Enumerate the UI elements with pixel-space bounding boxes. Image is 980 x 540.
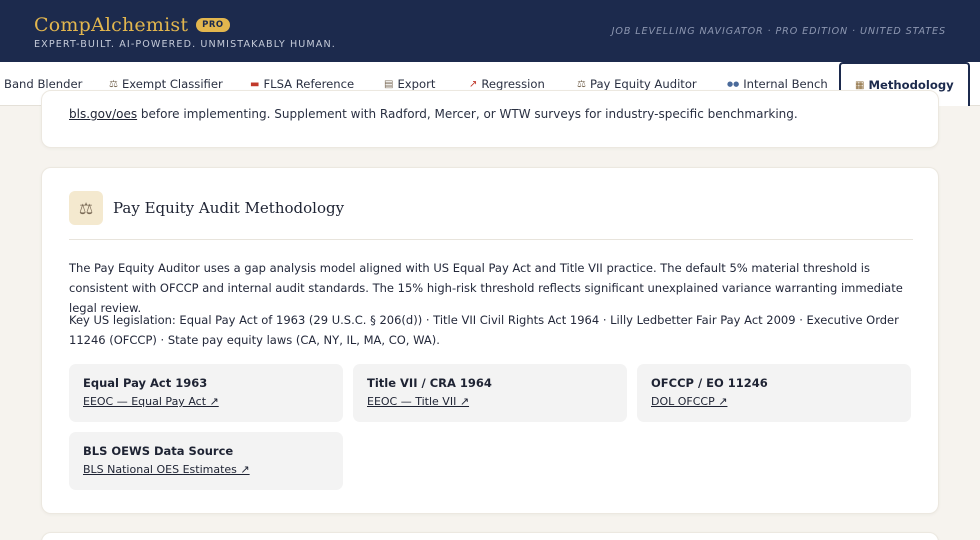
reference-title: BLS OEWS Data Source [83, 444, 234, 458]
pay-equity-methodology-card: ⚖ Pay Equity Audit Methodology The Pay E… [41, 167, 939, 514]
chart-icon: ↗ [469, 78, 478, 90]
app-header: CompAlchemist PRO EXPERT-BUILT. AI-POWER… [0, 0, 980, 62]
tab-label: Exempt Classifier [121, 77, 223, 91]
tagline: EXPERT-BUILT. AI-POWERED. UNMISTAKABLY H… [34, 39, 336, 50]
reference-link[interactable]: BLS National OES Estimates ↗ [83, 463, 250, 476]
reference-card-bls-oews: BLS OEWS Data Source BLS National OES Es… [69, 432, 343, 490]
brand-name: CompAlchemist [34, 14, 189, 36]
tab-label: Regression [481, 77, 545, 91]
reference-title: Title VII / CRA 1964 [367, 376, 492, 390]
scales-icon: ⚖ [69, 191, 103, 225]
tab-label: Band Blender [4, 77, 83, 91]
section-header: ⚖ Pay Equity Audit Methodology [69, 191, 344, 225]
divider [69, 239, 913, 240]
reference-link[interactable]: EEOC — Equal Pay Act ↗ [83, 395, 219, 408]
reference-card-title-vii: Title VII / CRA 1964 EEOC — Title VII ↗ [353, 364, 627, 422]
reference-link[interactable]: DOL OFCCP ↗ [651, 395, 727, 408]
pro-badge: PRO [196, 18, 230, 32]
next-section-card [41, 532, 939, 540]
brand[interactable]: CompAlchemist PRO [34, 14, 230, 36]
edition-label: JOB LEVELLING NAVIGATOR · PRO EDITION · … [611, 26, 946, 37]
tab-label: Export [397, 77, 436, 91]
book-icon: ▦ [855, 79, 865, 91]
reference-title: Equal Pay Act 1963 [83, 376, 208, 390]
methodology-paragraph: The Pay Equity Auditor uses a gap analys… [69, 261, 903, 315]
legislation-paragraph: Key US legislation: Equal Pay Act of 196… [69, 313, 899, 347]
scales-icon: ⚖ [577, 78, 586, 90]
reference-link[interactable]: EEOC — Title VII ↗ [367, 395, 469, 408]
tab-label: Pay Equity Auditor [589, 77, 697, 91]
tab-label: Internal Bench [743, 77, 828, 91]
reference-title: OFCCP / EO 11246 [651, 376, 768, 390]
previous-section-card: bls.gov/oes before implementing. Supplem… [41, 90, 939, 148]
us-flag-icon: ▬ [250, 78, 260, 90]
previous-section-text: bls.gov/oes before implementing. Supplem… [69, 107, 798, 121]
document-icon: ▤ [384, 78, 394, 90]
reference-card-ofccp: OFCCP / EO 11246 DOL OFCCP ↗ [637, 364, 911, 422]
previous-section-sentence: before implementing. Supplement with Rad… [137, 107, 798, 121]
scales-icon: ⚖ [109, 78, 118, 90]
tab-label: FLSA Reference [263, 77, 355, 91]
section-title: Pay Equity Audit Methodology [113, 199, 345, 217]
reference-card-equal-pay-act: Equal Pay Act 1963 EEOC — Equal Pay Act … [69, 364, 343, 422]
people-icon: ●● [727, 80, 740, 88]
bls-link[interactable]: bls.gov/oes [69, 107, 137, 121]
